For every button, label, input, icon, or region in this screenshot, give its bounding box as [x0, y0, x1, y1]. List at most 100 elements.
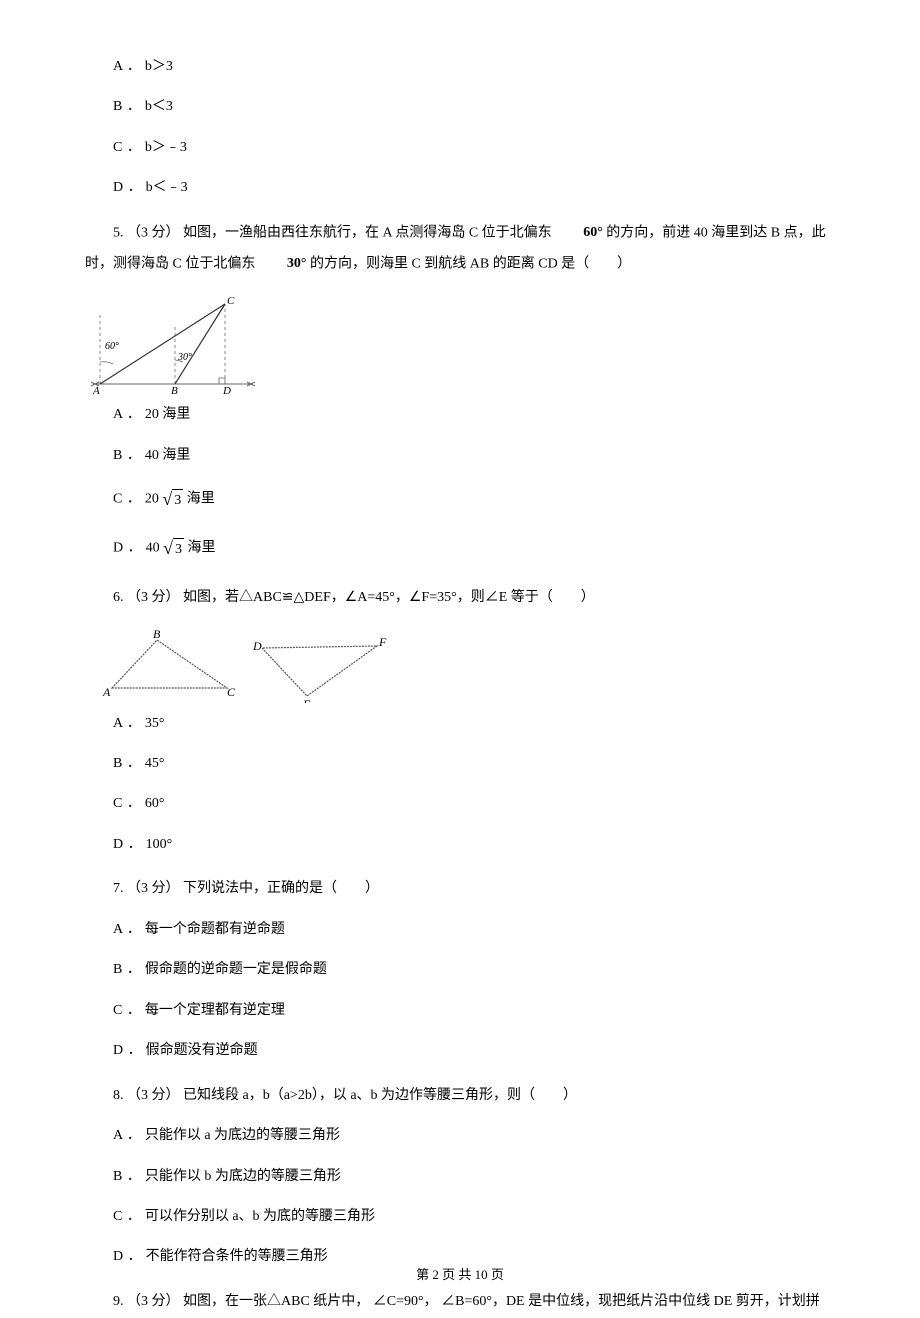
q7-stem: 7. （3 分） 下列说法中，正确的是（ ）	[113, 874, 835, 905]
option-label: C ．	[113, 1209, 141, 1224]
q7-option-a: A ． 每一个命题都有逆命题	[113, 919, 835, 941]
option-label: C ．	[113, 492, 141, 507]
q6-option-c: C ． 60°	[113, 793, 835, 815]
option-text: b＜3	[145, 99, 173, 114]
svg-text:B: B	[171, 385, 178, 394]
option-text: 每一个定理都有逆定理	[145, 1003, 285, 1018]
sqrt-icon: √3	[163, 534, 184, 563]
option-label: B ．	[113, 448, 141, 463]
degree-icon: 60°	[555, 218, 603, 249]
q5-figure: 60° 30° A B D C	[85, 294, 835, 394]
option-text: 每一个命题都有逆命题	[145, 922, 285, 937]
q8-option-b: B ． 只能作以 b 为底边的等腰三角形	[113, 1166, 835, 1188]
option-text: 不能作符合条件的等腰三角形	[146, 1249, 328, 1264]
option-text: 45°	[145, 756, 165, 771]
option-label: B ．	[113, 756, 141, 771]
q-number: 8.	[113, 1088, 124, 1103]
option-text: 40 海里	[145, 448, 191, 463]
q5-option-d: D ． 40 √3 海里	[113, 534, 835, 563]
q4-option-d: D ． b＜﹣3	[113, 177, 835, 199]
q8-option-c: C ． 可以作分别以 a、b 为底的等腰三角形	[113, 1206, 835, 1228]
degree-icon: 30°	[259, 249, 307, 280]
option-label: C ．	[113, 1003, 141, 1018]
q-text: 如图，在一张△ABC 纸片中， ∠C=90°， ∠B=60°，DE 是中位线，现…	[183, 1294, 820, 1309]
option-label: D ．	[113, 1043, 142, 1058]
option-text: b＞﹣3	[145, 140, 187, 155]
option-text: 100°	[146, 837, 173, 852]
option-label: A ．	[113, 59, 141, 74]
option-label: A ．	[113, 716, 141, 731]
q4-option-b: B ． b＜3	[113, 96, 835, 118]
q-points: （3 分）	[127, 590, 180, 605]
q-points: （3 分）	[127, 881, 180, 896]
q-text: 如图，一渔船由西往东航行，在 A 点测得海岛 C 位于北偏东	[183, 225, 555, 240]
q-points: （3 分）	[127, 1294, 180, 1309]
q6-stem: 6. （3 分） 如图，若△ABC≌△DEF，∠A=45°，∠F=35°，则∠E…	[113, 583, 835, 614]
option-label: D ．	[113, 1249, 142, 1264]
q-text: 如图，若△ABC≌△DEF，∠A=45°，∠F=35°，则∠E 等于（ ）	[183, 590, 595, 605]
option-text: 20	[145, 492, 163, 507]
svg-text:A: A	[92, 385, 100, 394]
q6-option-d: D ． 100°	[113, 834, 835, 856]
option-label: A ．	[113, 407, 141, 422]
option-label: B ．	[113, 962, 141, 977]
option-text: b＜﹣3	[146, 180, 188, 195]
q4-option-c: C ． b＞﹣3	[113, 137, 835, 159]
q5-stem: 5. （3 分） 如图，一渔船由西往东航行，在 A 点测得海岛 C 位于北偏东 …	[85, 218, 835, 281]
q6-figure: A B C D E F	[97, 628, 835, 703]
option-text: 假命题没有逆命题	[146, 1043, 258, 1058]
svg-text:D: D	[222, 385, 231, 394]
q-number: 5.	[113, 225, 124, 240]
page-footer: 第 2 页 共 10 页	[0, 1265, 920, 1286]
option-text: 假命题的逆命题一定是假命题	[145, 962, 327, 977]
option-label: B ．	[113, 1169, 141, 1184]
svg-text:E: E	[302, 697, 311, 703]
option-label: C ．	[113, 796, 141, 811]
option-text: 35°	[145, 716, 165, 731]
option-text: 40	[146, 541, 164, 556]
option-text: 海里	[183, 492, 215, 507]
svg-text:F: F	[378, 635, 387, 649]
option-text: 可以作分别以 a、b 为底的等腰三角形	[145, 1209, 375, 1224]
q-number: 9.	[113, 1294, 124, 1309]
option-text: 只能作以 b 为底边的等腰三角形	[145, 1169, 341, 1184]
option-label: D ．	[113, 837, 142, 852]
q7-option-c: C ． 每一个定理都有逆定理	[113, 1000, 835, 1022]
q5-option-b: B ． 40 海里	[113, 445, 835, 467]
option-text: 20 海里	[145, 407, 191, 422]
q7-option-d: D ． 假命题没有逆命题	[113, 1040, 835, 1062]
option-label: C ．	[113, 140, 141, 155]
option-text: 海里	[184, 541, 216, 556]
q6-option-a: A ． 35°	[113, 713, 835, 735]
svg-text:30°: 30°	[177, 352, 192, 363]
q6-option-b: B ． 45°	[113, 753, 835, 775]
svg-text:C: C	[227, 685, 236, 699]
q8-stem: 8. （3 分） 已知线段 a，b（a>2b），以 a、b 为边作等腰三角形，则…	[113, 1081, 835, 1112]
option-label: D ．	[113, 180, 142, 195]
q7-option-b: B ． 假命题的逆命题一定是假命题	[113, 959, 835, 981]
svg-text:D: D	[252, 639, 262, 653]
q-points: （3 分）	[127, 1088, 180, 1103]
q9-stem: 9. （3 分） 如图，在一张△ABC 纸片中， ∠C=90°， ∠B=60°，…	[113, 1287, 835, 1318]
option-label: A ．	[113, 922, 141, 937]
q8-option-a: A ． 只能作以 a 为底边的等腰三角形	[113, 1125, 835, 1147]
svg-text:60°: 60°	[105, 341, 119, 352]
q4-option-a: A ． b＞3	[113, 56, 835, 78]
option-label: D ．	[113, 541, 142, 556]
option-text: 只能作以 a 为底边的等腰三角形	[145, 1128, 340, 1143]
svg-text:A: A	[102, 685, 111, 699]
svg-text:C: C	[227, 295, 235, 307]
q-text: 下列说法中，正确的是（ ）	[183, 881, 379, 896]
q-number: 7.	[113, 881, 124, 896]
q-text: 的方向，则海里 C 到航线 AB 的距离 CD 是（ ）	[306, 257, 631, 272]
q-number: 6.	[113, 590, 124, 605]
option-label: A ．	[113, 1128, 141, 1143]
q-text: 已知线段 a，b（a>2b），以 a、b 为边作等腰三角形，则（ ）	[183, 1088, 577, 1103]
option-label: B ．	[113, 99, 141, 114]
q5-option-c: C ． 20 √3 海里	[113, 485, 835, 514]
option-text: b＞3	[145, 59, 173, 74]
option-text: 60°	[145, 796, 165, 811]
svg-text:B: B	[153, 628, 161, 641]
q-points: （3 分）	[127, 225, 180, 240]
sqrt-icon: √3	[162, 485, 183, 514]
